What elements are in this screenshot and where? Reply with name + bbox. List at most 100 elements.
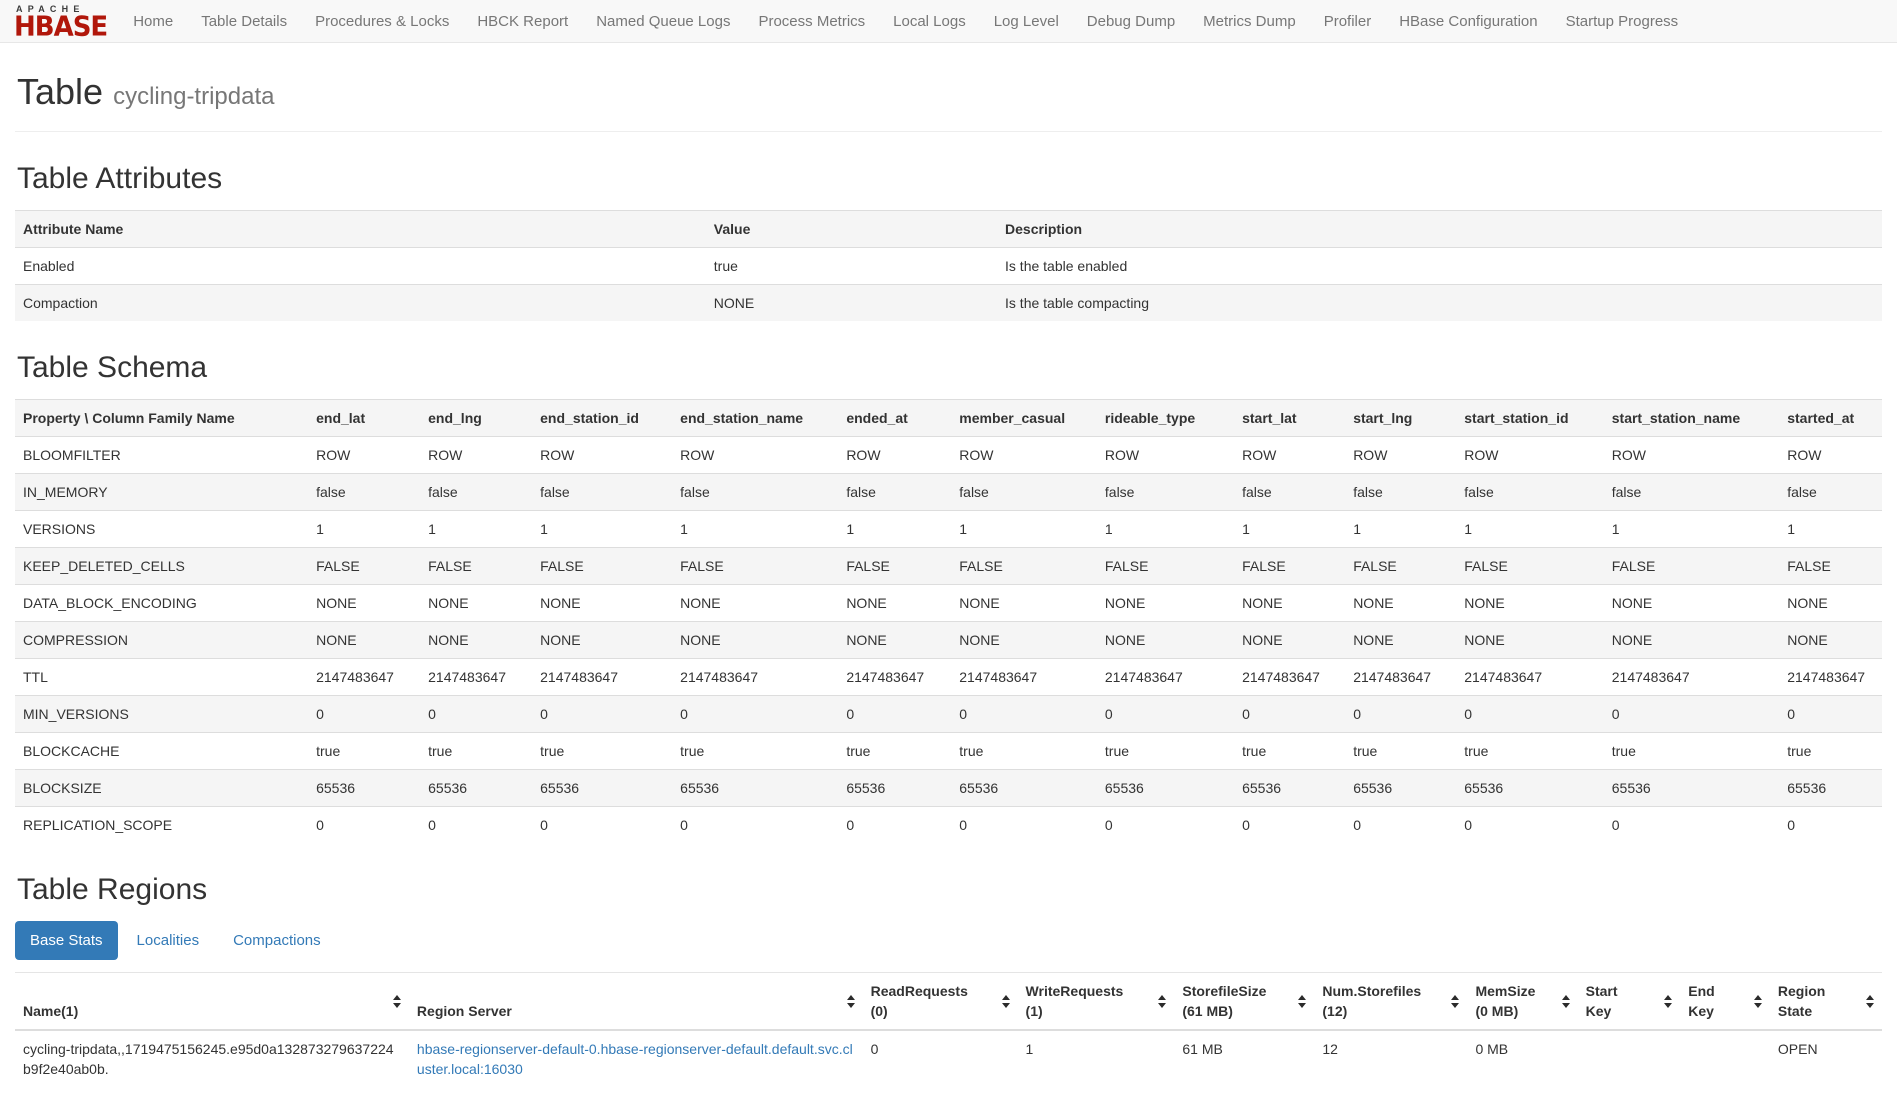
- tab-compactions[interactable]: Compactions: [218, 921, 336, 960]
- sort-icon[interactable]: [1664, 995, 1672, 1008]
- schema-value-cell: 2147483647: [1345, 659, 1456, 696]
- schema-value-cell: false: [532, 474, 672, 511]
- column-header-read-requests[interactable]: ReadRequests(0): [863, 973, 1018, 1031]
- schema-value-cell: ROW: [1097, 437, 1234, 474]
- schema-value-cell: 65536: [1345, 770, 1456, 807]
- region-server-link[interactable]: hbase-regionserver-default-0.hbase-regio…: [417, 1041, 853, 1077]
- sort-up-arrow-icon: [847, 995, 855, 1000]
- sort-down-arrow-icon: [1754, 1003, 1762, 1008]
- attribute-value-cell: true: [706, 248, 997, 285]
- column-header-name[interactable]: Name(1): [15, 973, 409, 1031]
- attribute-name-cell: Enabled: [15, 248, 706, 285]
- sort-icon[interactable]: [1866, 995, 1874, 1008]
- nav-item-hbase-configuration[interactable]: HBase Configuration: [1385, 0, 1551, 43]
- schema-value-cell: ROW: [308, 437, 420, 474]
- schema-property-name-cell: BLOCKSIZE: [15, 770, 308, 807]
- schema-value-cell: NONE: [420, 622, 532, 659]
- schema-value-cell: 2147483647: [1234, 659, 1345, 696]
- schema-value-cell: false: [1234, 474, 1345, 511]
- sort-icon[interactable]: [393, 995, 401, 1008]
- schema-value-cell: true: [308, 733, 420, 770]
- schema-value-cell: NONE: [308, 585, 420, 622]
- schema-value-cell: ROW: [420, 437, 532, 474]
- nav-item-home[interactable]: Home: [119, 0, 187, 43]
- schema-value-cell: true: [532, 733, 672, 770]
- table-row: COMPRESSIONNONENONENONENONENONENONENONEN…: [15, 622, 1882, 659]
- schema-family-header-start-station-name: start_station_name: [1604, 400, 1779, 437]
- attributes-heading: Table Attributes: [17, 162, 1882, 196]
- table-row: KEEP_DELETED_CELLSFALSEFALSEFALSEFALSEFA…: [15, 548, 1882, 585]
- schema-family-header-end-station-id: end_station_id: [532, 400, 672, 437]
- tab-localities[interactable]: Localities: [122, 921, 215, 960]
- schema-value-cell: 0: [1779, 696, 1882, 733]
- column-header-mem-size[interactable]: MemSize(0 MB): [1467, 973, 1577, 1031]
- schema-value-cell: NONE: [1345, 622, 1456, 659]
- schema-value-cell: 1: [838, 511, 951, 548]
- nav-item-startup-progress[interactable]: Startup Progress: [1552, 0, 1693, 43]
- nav-item-log-level[interactable]: Log Level: [980, 0, 1073, 43]
- column-label-read-requests: ReadRequests(0): [871, 981, 968, 1021]
- column-header-start-key[interactable]: StartKey: [1578, 973, 1681, 1031]
- column-header-num-storefiles[interactable]: Num.Storefiles(12): [1314, 973, 1467, 1031]
- nav-item-procedures-locks[interactable]: Procedures & Locks: [301, 0, 463, 43]
- schema-family-header-end-station-name: end_station_name: [672, 400, 838, 437]
- schema-value-cell: 0: [1345, 696, 1456, 733]
- schema-value-cell: 0: [1097, 807, 1234, 844]
- nav-item-debug-dump[interactable]: Debug Dump: [1073, 0, 1189, 43]
- table-attributes: Attribute NameValueDescriptionEnabledtru…: [15, 210, 1882, 321]
- sort-icon[interactable]: [1451, 995, 1459, 1008]
- column-header-write-requests[interactable]: WriteRequests(1): [1018, 973, 1175, 1031]
- column-header-storefile-size[interactable]: StorefileSize(61 MB): [1174, 973, 1314, 1031]
- attribute-description-cell: Is the table compacting: [997, 285, 1882, 322]
- mem-size-cell: 0 MB: [1467, 1030, 1577, 1087]
- logo-hbase-text: HBASE: [14, 14, 107, 39]
- nav-item-named-queue-logs[interactable]: Named Queue Logs: [582, 0, 744, 43]
- schema-value-cell: ROW: [1234, 437, 1345, 474]
- nav-item-metrics-dump[interactable]: Metrics Dump: [1189, 0, 1310, 43]
- table-row: MIN_VERSIONS000000000000: [15, 696, 1882, 733]
- schema-value-cell: true: [1345, 733, 1456, 770]
- sort-down-arrow-icon: [393, 1003, 401, 1008]
- sort-icon[interactable]: [1562, 995, 1570, 1008]
- sort-icon[interactable]: [1002, 995, 1010, 1008]
- schema-value-cell: false: [1779, 474, 1882, 511]
- schema-value-cell: false: [951, 474, 1097, 511]
- sort-icon[interactable]: [1158, 995, 1166, 1008]
- hbase-logo[interactable]: APACHE HBASE: [8, 3, 119, 40]
- sort-icon[interactable]: [847, 995, 855, 1008]
- schema-family-header-start-lng: start_lng: [1345, 400, 1456, 437]
- column-header-region-server[interactable]: Region Server: [409, 973, 863, 1031]
- schema-family-header-member-casual: member_casual: [951, 400, 1097, 437]
- schema-value-cell: true: [1779, 733, 1882, 770]
- schema-property-name-cell: VERSIONS: [15, 511, 308, 548]
- nav-item-process-metrics[interactable]: Process Metrics: [744, 0, 879, 43]
- nav-item-hbck-report[interactable]: HBCK Report: [463, 0, 582, 43]
- column-label-region-server: Region Server: [417, 1001, 512, 1021]
- nav-item-profiler[interactable]: Profiler: [1310, 0, 1386, 43]
- schema-value-cell: ROW: [1604, 437, 1779, 474]
- schema-value-cell: false: [1604, 474, 1779, 511]
- schema-value-cell: 0: [1345, 807, 1456, 844]
- sort-icon[interactable]: [1298, 995, 1306, 1008]
- schema-value-cell: NONE: [1456, 585, 1603, 622]
- schema-value-cell: 1: [672, 511, 838, 548]
- nav-item-table-details[interactable]: Table Details: [187, 0, 301, 43]
- regions-heading: Table Regions: [17, 873, 1882, 907]
- table-row: EnabledtrueIs the table enabled: [15, 248, 1882, 285]
- schema-value-cell: 0: [951, 807, 1097, 844]
- sort-icon[interactable]: [1754, 995, 1762, 1008]
- navbar: APACHE HBASE HomeTable DetailsProcedures…: [0, 0, 1897, 43]
- nav-item-local-logs[interactable]: Local Logs: [879, 0, 980, 43]
- column-header-end-key[interactable]: EndKey: [1680, 973, 1770, 1031]
- schema-value-cell: FALSE: [1234, 548, 1345, 585]
- schema-value-cell: 1: [1456, 511, 1603, 548]
- schema-value-cell: NONE: [672, 622, 838, 659]
- column-header-region-state[interactable]: RegionState: [1770, 973, 1882, 1031]
- schema-value-cell: false: [1097, 474, 1234, 511]
- tab-base-stats[interactable]: Base Stats: [15, 921, 118, 960]
- schema-value-cell: 65536: [420, 770, 532, 807]
- schema-value-cell: NONE: [308, 622, 420, 659]
- schema-value-cell: 0: [1779, 807, 1882, 844]
- schema-value-cell: 0: [1604, 807, 1779, 844]
- schema-value-cell: FALSE: [672, 548, 838, 585]
